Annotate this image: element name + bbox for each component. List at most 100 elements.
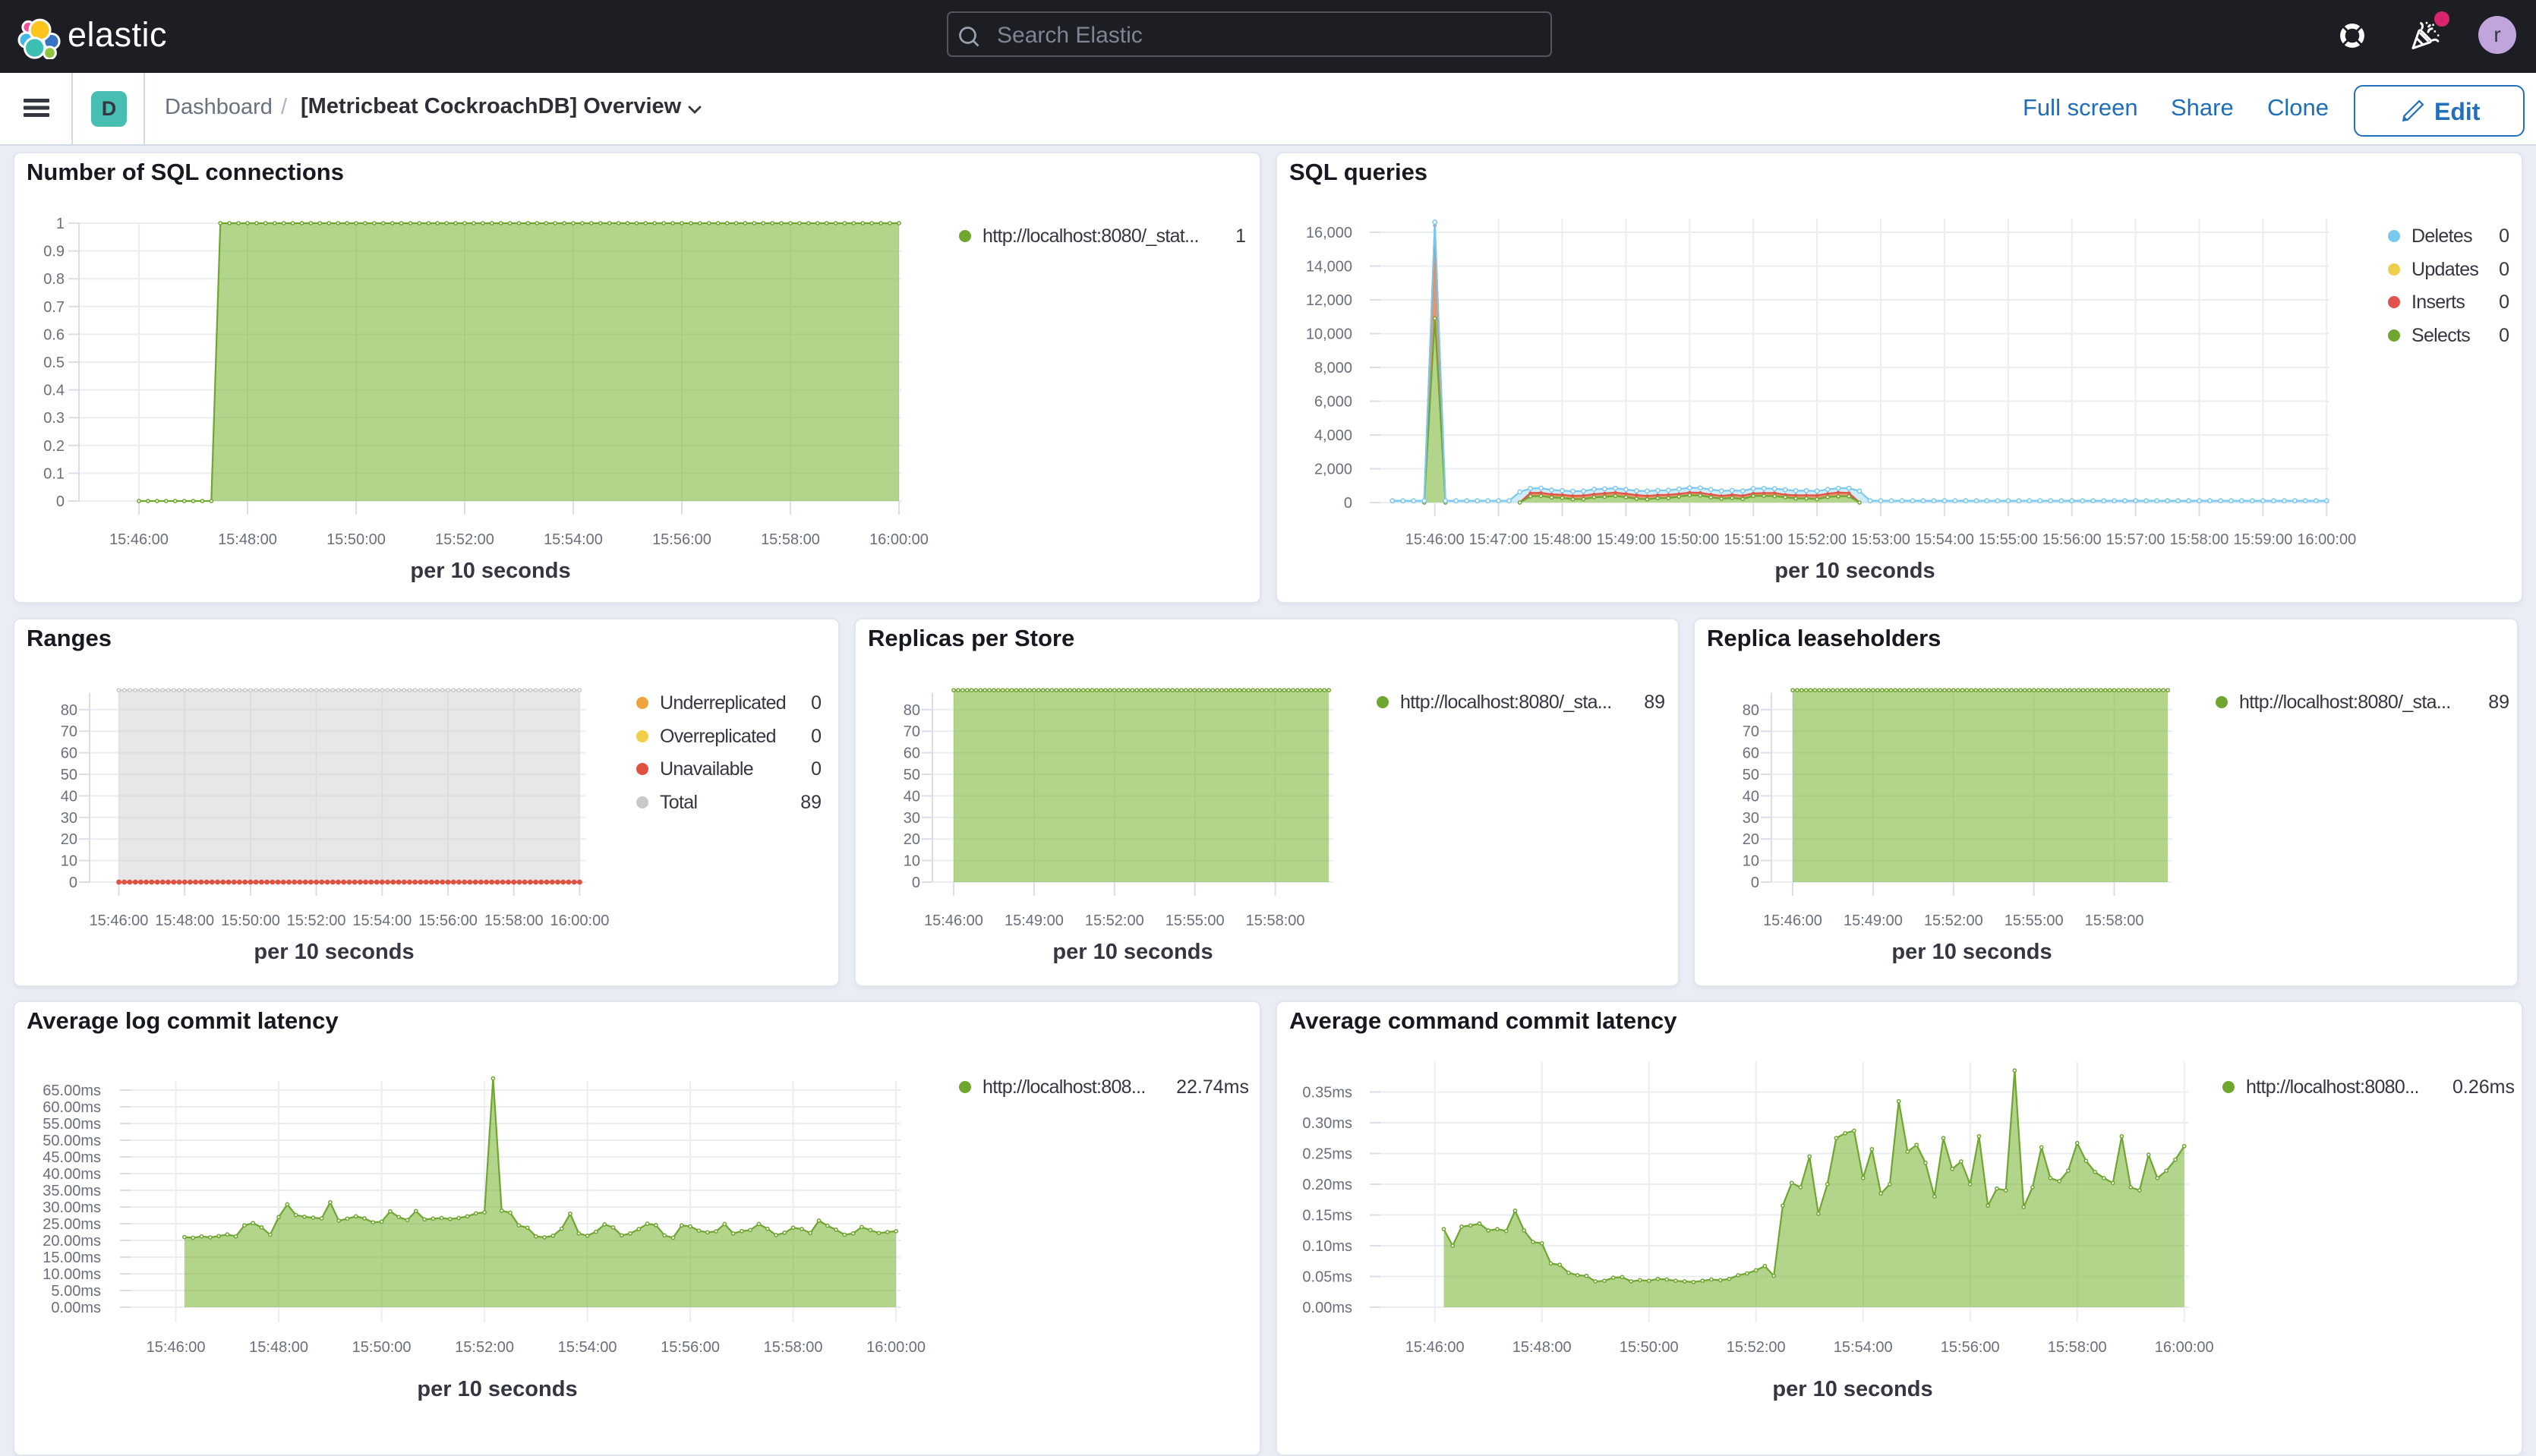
svg-text:0.7: 0.7: [43, 299, 65, 316]
svg-text:20.00ms: 20.00ms: [43, 1233, 101, 1250]
svg-text:15:54:00: 15:54:00: [1915, 531, 1974, 548]
svg-text:15:50:00: 15:50:00: [1620, 1339, 1679, 1356]
svg-text:15:56:00: 15:56:00: [2042, 531, 2102, 548]
svg-text:15:46:00: 15:46:00: [90, 912, 149, 929]
svg-text:15:56:00: 15:56:00: [1941, 1339, 2000, 1356]
svg-text:40: 40: [1743, 788, 1759, 805]
svg-text:14,000: 14,000: [1306, 259, 1352, 276]
svg-text:15:52:00: 15:52:00: [1727, 1339, 1786, 1356]
svg-text:15:58:00: 15:58:00: [1246, 912, 1305, 929]
svg-text:30: 30: [61, 810, 77, 827]
svg-text:0.35ms: 0.35ms: [1302, 1085, 1352, 1101]
svg-text:0.30ms: 0.30ms: [1302, 1115, 1352, 1132]
svg-text:15:48:00: 15:48:00: [1533, 531, 1592, 548]
svg-text:2,000: 2,000: [1314, 462, 1352, 478]
svg-text:55.00ms: 55.00ms: [43, 1116, 101, 1133]
svg-text:15:51:00: 15:51:00: [1724, 531, 1783, 548]
svg-text:0.10ms: 0.10ms: [1302, 1238, 1352, 1255]
svg-text:60: 60: [61, 745, 77, 762]
svg-text:16:00:00: 16:00:00: [550, 912, 609, 929]
svg-text:16:00:00: 16:00:00: [2297, 531, 2356, 548]
svg-text:50: 50: [1743, 767, 1759, 783]
svg-text:15:58:00: 15:58:00: [2170, 531, 2229, 548]
svg-text:0.00ms: 0.00ms: [1302, 1300, 1352, 1316]
svg-text:6,000: 6,000: [1314, 394, 1352, 411]
svg-text:10.00ms: 10.00ms: [43, 1266, 101, 1283]
svg-text:15:53:00: 15:53:00: [1851, 531, 1910, 548]
svg-text:15:58:00: 15:58:00: [484, 912, 544, 929]
svg-text:16,000: 16,000: [1306, 225, 1352, 241]
svg-text:15:54:00: 15:54:00: [352, 912, 412, 929]
svg-text:15:49:00: 15:49:00: [1844, 912, 1903, 929]
svg-text:50.00ms: 50.00ms: [43, 1133, 101, 1149]
svg-text:4,000: 4,000: [1314, 427, 1352, 444]
svg-text:15:46:00: 15:46:00: [1405, 531, 1465, 548]
svg-text:16:00:00: 16:00:00: [869, 531, 929, 548]
svg-text:15:52:00: 15:52:00: [287, 912, 346, 929]
svg-text:40: 40: [61, 788, 77, 805]
svg-text:35.00ms: 35.00ms: [43, 1183, 101, 1199]
svg-text:20: 20: [1743, 831, 1759, 848]
svg-text:0: 0: [1344, 495, 1352, 512]
svg-text:70: 70: [61, 723, 77, 740]
svg-text:20: 20: [904, 831, 920, 848]
svg-text:45.00ms: 45.00ms: [43, 1149, 101, 1166]
svg-text:70: 70: [904, 723, 920, 740]
svg-text:0.9: 0.9: [43, 244, 65, 260]
svg-text:15:59:00: 15:59:00: [2233, 531, 2292, 548]
svg-text:15:58:00: 15:58:00: [2048, 1339, 2107, 1356]
svg-text:60.00ms: 60.00ms: [43, 1099, 101, 1116]
svg-text:0.1: 0.1: [43, 465, 65, 482]
svg-text:15:56:00: 15:56:00: [661, 1339, 720, 1356]
svg-text:60: 60: [904, 745, 920, 762]
svg-text:20: 20: [61, 831, 77, 848]
svg-text:15:50:00: 15:50:00: [221, 912, 280, 929]
svg-text:10: 10: [904, 853, 920, 870]
svg-text:0: 0: [1751, 875, 1759, 891]
svg-text:15:48:00: 15:48:00: [1512, 1339, 1572, 1356]
svg-text:10: 10: [61, 853, 77, 870]
svg-text:0.5: 0.5: [43, 355, 65, 371]
svg-text:15:55:00: 15:55:00: [2005, 912, 2064, 929]
svg-text:15:52:00: 15:52:00: [1924, 912, 1983, 929]
svg-text:80: 80: [61, 702, 77, 719]
svg-text:15:52:00: 15:52:00: [455, 1339, 514, 1356]
svg-text:15:54:00: 15:54:00: [558, 1339, 617, 1356]
svg-text:15:49:00: 15:49:00: [1005, 912, 1064, 929]
svg-text:15:58:00: 15:58:00: [761, 531, 820, 548]
svg-text:15:46:00: 15:46:00: [1763, 912, 1822, 929]
svg-text:0.15ms: 0.15ms: [1302, 1208, 1352, 1224]
svg-text:15:54:00: 15:54:00: [544, 531, 603, 548]
svg-text:15:46:00: 15:46:00: [1405, 1339, 1465, 1356]
svg-text:15:52:00: 15:52:00: [435, 531, 494, 548]
svg-text:15:57:00: 15:57:00: [2106, 531, 2165, 548]
svg-text:30: 30: [904, 810, 920, 827]
svg-text:1: 1: [56, 216, 65, 232]
svg-text:15:48:00: 15:48:00: [155, 912, 214, 929]
svg-text:15:46:00: 15:46:00: [924, 912, 983, 929]
svg-text:40.00ms: 40.00ms: [43, 1166, 101, 1183]
svg-text:50: 50: [61, 767, 77, 783]
svg-text:12,000: 12,000: [1306, 292, 1352, 309]
svg-text:0: 0: [69, 875, 77, 891]
svg-text:15:54:00: 15:54:00: [1834, 1339, 1893, 1356]
svg-text:0.6: 0.6: [43, 326, 65, 343]
svg-text:15:50:00: 15:50:00: [326, 531, 386, 548]
svg-text:0.3: 0.3: [43, 410, 65, 427]
svg-text:15:52:00: 15:52:00: [1085, 912, 1144, 929]
svg-text:15:48:00: 15:48:00: [218, 531, 277, 548]
svg-text:15:52:00: 15:52:00: [1787, 531, 1847, 548]
svg-text:65.00ms: 65.00ms: [43, 1083, 101, 1099]
svg-text:0.8: 0.8: [43, 271, 65, 288]
svg-text:40: 40: [904, 788, 920, 805]
svg-text:15:56:00: 15:56:00: [652, 531, 711, 548]
svg-text:15:55:00: 15:55:00: [1165, 912, 1225, 929]
svg-text:16:00:00: 16:00:00: [2155, 1339, 2214, 1356]
svg-text:0.00ms: 0.00ms: [51, 1300, 101, 1316]
svg-text:15:58:00: 15:58:00: [764, 1339, 823, 1356]
svg-text:80: 80: [1743, 702, 1759, 719]
svg-text:15:55:00: 15:55:00: [1979, 531, 2038, 548]
svg-text:15:49:00: 15:49:00: [1596, 531, 1655, 548]
svg-text:15:58:00: 15:58:00: [2085, 912, 2144, 929]
svg-text:15:56:00: 15:56:00: [418, 912, 478, 929]
